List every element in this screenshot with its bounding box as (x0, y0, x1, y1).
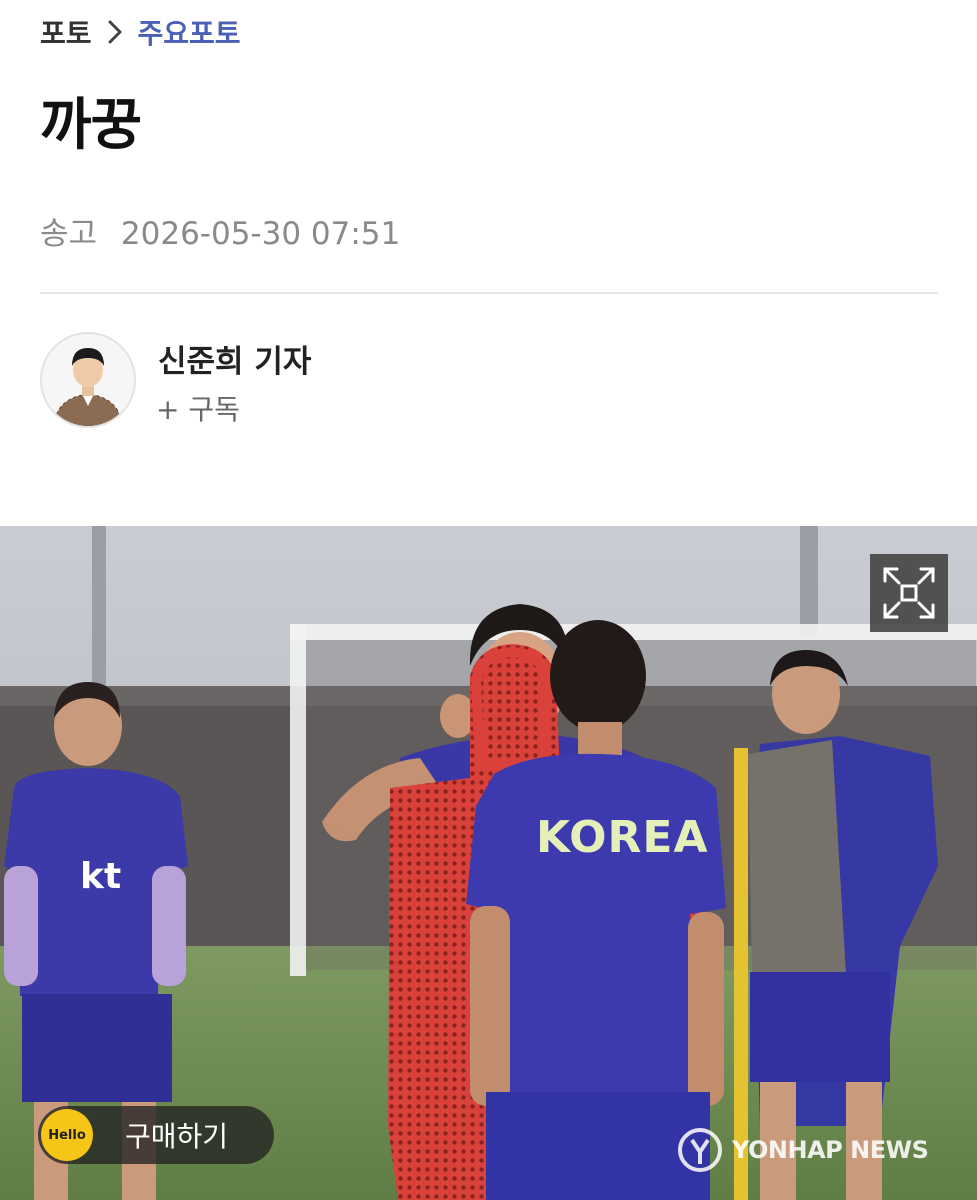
publish-date: 2026-05-30 07:51 (120, 216, 401, 252)
watermark-text: YONHAP NEWS (732, 1136, 929, 1164)
yonhap-watermark: YONHAP NEWS (676, 1126, 929, 1174)
subscribe-button[interactable]: + 구독 (156, 388, 240, 428)
breadcrumb-root-link[interactable]: 포토 (40, 12, 92, 52)
training-photo-image: kt KOREA (0, 526, 977, 1200)
reporter-name[interactable]: 신준희 기자 (158, 336, 311, 381)
breadcrumb-current-link[interactable]: 주요포토 (138, 12, 241, 52)
sponsor-logo: kt (80, 856, 121, 897)
buy-photo-button[interactable]: Hello 구매하기 (38, 1106, 274, 1164)
expand-icon[interactable] (870, 554, 948, 632)
camera-icon: Hello (41, 1109, 93, 1161)
article-title: 까꿍 (40, 93, 142, 158)
article-meta: 송고 2026-05-30 07:51 (40, 208, 400, 253)
buy-photo-label: 구매하기 (125, 1120, 229, 1153)
article-photo: kt KOREA (0, 526, 977, 1200)
camera-icon-label: Hello (48, 1127, 86, 1143)
breadcrumb: 포토 주요포토 (40, 12, 241, 52)
date-label: 송고 (40, 216, 98, 252)
yonhap-logo-icon (678, 1128, 722, 1172)
reporter-avatar[interactable] (40, 332, 136, 428)
chevron-right-icon (108, 20, 122, 44)
jersey-text: KOREA (536, 812, 709, 863)
divider (40, 292, 938, 294)
